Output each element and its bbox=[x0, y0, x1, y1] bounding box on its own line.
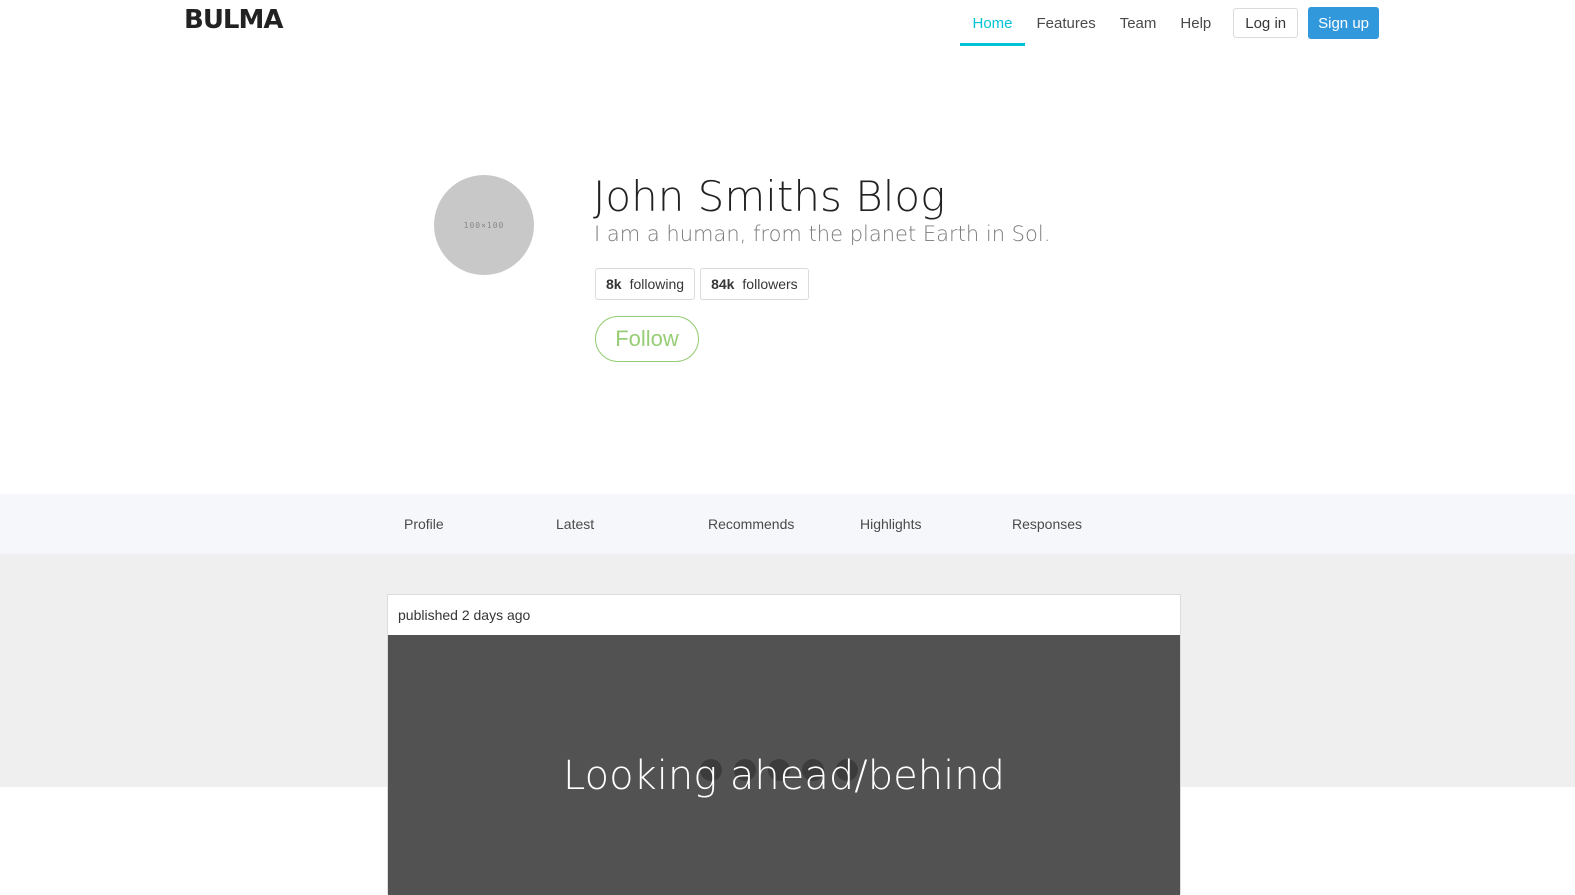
nav-item-home[interactable]: Home bbox=[960, 0, 1025, 46]
nav-item-features[interactable]: Features bbox=[1025, 0, 1108, 46]
login-button[interactable]: Log in bbox=[1233, 8, 1299, 38]
followers-count: 84k bbox=[711, 276, 735, 292]
tab-latest[interactable]: Latest bbox=[556, 494, 594, 554]
post-image-title: Looking ahead/behind bbox=[563, 753, 1005, 799]
nav-links: Home Features Team Help Log in Sign up bbox=[960, 0, 1379, 46]
page-title: John Smiths Blog bbox=[593, 172, 946, 221]
page-subtitle: I am a human, from the planet Earth in S… bbox=[594, 222, 1051, 246]
signup-button[interactable]: Sign up bbox=[1308, 7, 1379, 39]
profile-tabs: Profile Latest Recommends Highlights Res… bbox=[0, 494, 1575, 554]
avatar: 100×100 bbox=[434, 175, 534, 275]
tab-highlights[interactable]: Highlights bbox=[860, 494, 921, 554]
follow-button[interactable]: Follow bbox=[595, 316, 699, 362]
tab-profile[interactable]: Profile bbox=[404, 494, 444, 554]
following-count: 8k bbox=[606, 276, 622, 292]
nav-item-team[interactable]: Team bbox=[1108, 0, 1169, 46]
following-stat[interactable]: 8k following bbox=[595, 268, 696, 300]
post-image[interactable]: Looking ahead/behind bbox=[388, 635, 1180, 895]
avatar-placeholder-text: 100×100 bbox=[463, 220, 505, 230]
navbar: BULMA Home Features Team Help Log in Sig… bbox=[0, 0, 1575, 46]
post-card: published 2 days ago Looking ahead/behin… bbox=[387, 594, 1181, 895]
post-published-label: published 2 days ago bbox=[388, 595, 1180, 636]
content-area: published 2 days ago Looking ahead/behin… bbox=[0, 554, 1575, 895]
tab-recommends[interactable]: Recommends bbox=[708, 494, 794, 554]
profile-stats: 8k following 84k followers bbox=[595, 268, 809, 300]
followers-label: followers bbox=[742, 276, 798, 292]
followers-stat[interactable]: 84k followers bbox=[700, 268, 809, 300]
following-label: following bbox=[629, 276, 685, 292]
nav-item-help[interactable]: Help bbox=[1168, 0, 1223, 46]
tab-responses[interactable]: Responses bbox=[1012, 494, 1082, 554]
profile-hero: 100×100 John Smiths Blog I am a human, f… bbox=[0, 46, 1575, 494]
brand-logo[interactable]: BULMA bbox=[184, 5, 283, 35]
